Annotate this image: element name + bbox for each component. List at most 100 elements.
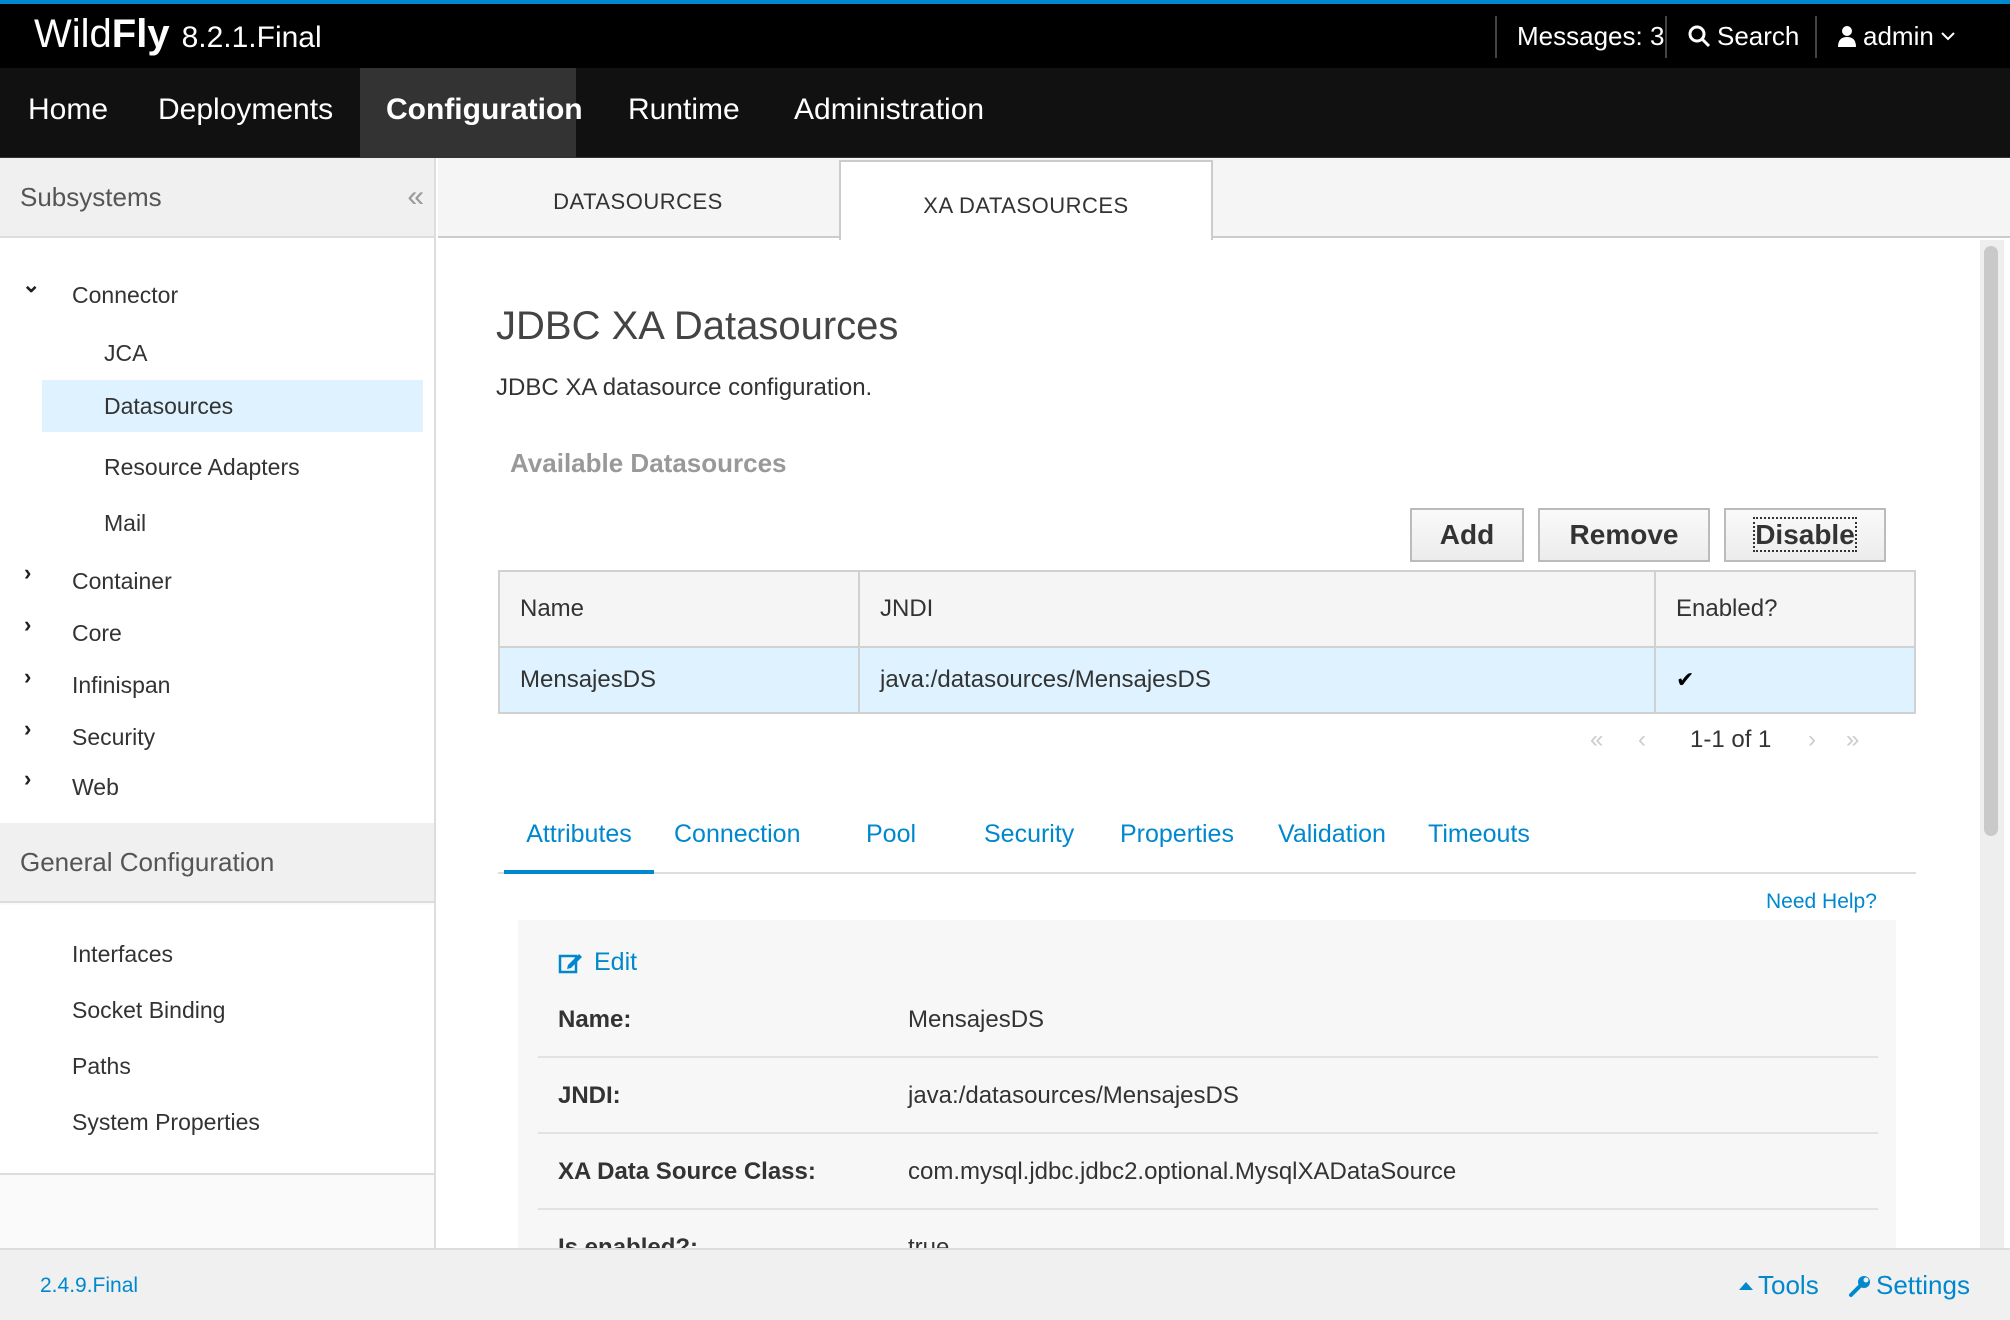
console-version[interactable]: 2.4.9.Final	[40, 1274, 138, 1298]
edit-label: Edit	[594, 948, 638, 976]
chevron-right-icon[interactable]: ›	[24, 612, 31, 638]
tree-item-container[interactable]: Container	[72, 568, 172, 595]
wrench-icon	[1849, 1275, 1870, 1297]
attribute-label: Name:	[558, 1006, 632, 1033]
add-button-label: Add	[1439, 519, 1495, 550]
nav-system-properties[interactable]: System Properties	[72, 1109, 260, 1136]
tree-item-infinispan[interactable]: Infinispan	[72, 672, 170, 699]
subtab-properties[interactable]: Properties	[1120, 820, 1234, 849]
pager-next-icon[interactable]: ›	[1808, 726, 1816, 754]
brand-logo[interactable]: WildFly 8.2.1.Final	[34, 12, 322, 57]
subsystems-title: Subsystems	[20, 182, 162, 212]
footer: 2.4.9.Final Tools Settings	[0, 1248, 2010, 1320]
settings-link[interactable]: Settings	[1848, 1270, 1970, 1301]
attribute-value: true	[908, 1234, 950, 1248]
nav-paths[interactable]: Paths	[72, 1053, 131, 1080]
tree-item-security[interactable]: Security	[72, 724, 155, 751]
cell-enabled: ✔	[1654, 646, 1916, 714]
datasources-table: Name JNDI Enabled? MensajesDS java:/data…	[498, 570, 1916, 714]
nav-runtime[interactable]: Runtime	[602, 68, 766, 158]
tree-item-datasources[interactable]: Datasources	[42, 380, 423, 432]
need-help-link[interactable]: Need Help?	[1766, 890, 1877, 914]
main-content: JDBC XA Datasources JDBC XA datasource c…	[438, 240, 1983, 1248]
scrollbar-thumb[interactable]	[1984, 246, 1998, 836]
disable-button-label: Disable	[1753, 517, 1857, 552]
attribute-label: Is enabled?:	[558, 1234, 699, 1248]
tree-item-resource-adapters[interactable]: Resource Adapters	[104, 454, 300, 481]
table-row[interactable]: MensajesDS java:/datasources/MensajesDS …	[498, 646, 1916, 714]
remove-button[interactable]: Remove	[1538, 508, 1710, 562]
top-bar: WildFly 8.2.1.Final Messages: 3 Search ad…	[0, 0, 2010, 68]
available-datasources-heading: Available Datasources	[510, 448, 787, 478]
detail-tabs: Attributes Connection Pool Security Prop…	[498, 810, 1916, 874]
subtab-attributes[interactable]: Attributes	[504, 820, 654, 874]
page-title: JDBC XA Datasources	[496, 304, 899, 348]
subtab-timeouts[interactable]: Timeouts	[1428, 820, 1530, 849]
nav-administration[interactable]: Administration	[768, 68, 1010, 158]
datasource-tabs: DATASOURCES XA DATASOURCES	[438, 158, 2010, 242]
subtab-validation[interactable]: Validation	[1278, 820, 1386, 849]
subtab-connection[interactable]: Connection	[674, 820, 800, 849]
product-version: 8.2.1.Final	[181, 21, 322, 54]
remove-button-label: Remove	[1569, 519, 1679, 550]
nav-interfaces[interactable]: Interfaces	[72, 941, 173, 968]
chevron-down-icon	[1941, 32, 1955, 41]
messages-link[interactable]: Messages: 3	[1495, 4, 1664, 68]
pager-first-icon[interactable]: «	[1590, 726, 1603, 754]
tree-item-jca[interactable]: JCA	[104, 340, 147, 367]
column-header-name[interactable]: Name	[498, 570, 860, 648]
attributes-panel: Edit Name: MensajesDS JNDI: java:/dataso…	[518, 920, 1896, 1248]
subtab-pool[interactable]: Pool	[866, 820, 916, 849]
nav-deployments[interactable]: Deployments	[132, 68, 359, 158]
content-scrollbar[interactable]	[1980, 240, 2004, 1248]
add-button[interactable]: Add	[1410, 508, 1524, 562]
pager-last-icon[interactable]: »	[1846, 726, 1859, 754]
edit-link[interactable]: Edit	[558, 948, 637, 977]
search-icon	[1688, 25, 1711, 48]
chevron-right-icon[interactable]: ›	[24, 716, 31, 742]
chevron-right-icon[interactable]: ›	[24, 560, 31, 586]
subtab-security[interactable]: Security	[984, 820, 1074, 849]
attribute-row-enabled: Is enabled?: true	[538, 1210, 1878, 1248]
column-header-jndi[interactable]: JNDI	[858, 570, 1656, 648]
attribute-row-jndi: JNDI: java:/datasources/MensajesDS	[538, 1058, 1878, 1134]
chevron-right-icon[interactable]: ›	[24, 766, 31, 792]
checkmark-icon: ✔	[1676, 667, 1695, 692]
disable-button[interactable]: Disable	[1724, 508, 1886, 562]
chevron-down-icon[interactable]: ⌄	[22, 272, 40, 298]
attribute-value: com.mysql.jdbc.jdbc2.optional.MysqlXADat…	[908, 1158, 1457, 1185]
nav-home[interactable]: Home	[2, 68, 134, 158]
nav-configuration[interactable]: Configuration	[360, 68, 583, 158]
search-label: Search	[1717, 20, 1800, 51]
user-menu[interactable]: admin	[1815, 4, 1962, 68]
messages-label: Messages: 3	[1517, 20, 1665, 51]
cell-name: MensajesDS	[498, 646, 860, 714]
tree-item-mail[interactable]: Mail	[104, 510, 146, 537]
tree-item-connector[interactable]: Connector	[72, 282, 178, 309]
brand-name-bold: Fly	[111, 12, 170, 56]
table-header-row: Name JNDI Enabled?	[498, 570, 1916, 648]
tree-item-core[interactable]: Core	[72, 620, 122, 647]
column-header-enabled[interactable]: Enabled?	[1654, 570, 1916, 648]
subsystems-tree: ⌄ Connector JCA Datasources Resource Ada…	[0, 238, 434, 823]
tools-link[interactable]: Tools	[1738, 1270, 1819, 1301]
general-configuration-list: Interfaces Socket Binding Paths System P…	[0, 905, 434, 1175]
edit-icon	[558, 953, 582, 973]
tab-xa-datasources[interactable]: XA DATASOURCES	[839, 160, 1213, 242]
cell-jndi: java:/datasources/MensajesDS	[858, 646, 1656, 714]
caret-up-icon	[1739, 1281, 1753, 1290]
sidebar: Subsystems « ⌄ Connector JCA Datasources…	[0, 158, 436, 1248]
pager-prev-icon[interactable]: ‹	[1638, 726, 1646, 754]
subsystems-header: Subsystems «	[0, 158, 434, 238]
tree-item-web[interactable]: Web	[72, 774, 119, 801]
chevron-right-icon[interactable]: ›	[24, 664, 31, 690]
settings-label: Settings	[1876, 1270, 1970, 1300]
attribute-row-xa-class: XA Data Source Class: com.mysql.jdbc.jdb…	[538, 1134, 1878, 1210]
attribute-value: java:/datasources/MensajesDS	[908, 1082, 1239, 1109]
nav-socket-binding[interactable]: Socket Binding	[72, 997, 225, 1024]
search-link[interactable]: Search	[1665, 4, 1799, 68]
attribute-label: XA Data Source Class:	[558, 1158, 816, 1185]
collapse-sidebar-icon[interactable]: «	[407, 182, 424, 212]
tab-datasources[interactable]: DATASOURCES	[438, 158, 838, 238]
user-name: admin	[1863, 20, 1934, 51]
